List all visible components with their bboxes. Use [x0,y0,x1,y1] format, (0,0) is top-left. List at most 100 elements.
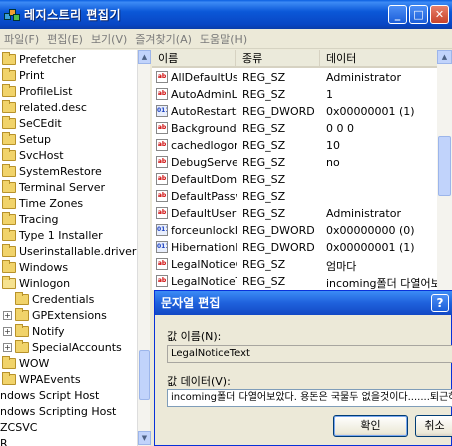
list-scrollbar[interactable]: ▲ [437,50,452,290]
string-value-icon: ab [156,190,168,202]
string-value-icon: ab [156,173,168,185]
folder-icon [2,228,16,241]
folder-icon [2,132,16,145]
tree-item[interactable]: Tracing [2,211,58,228]
dialog-title[interactable]: 문자열 편집 [155,291,452,315]
tree-item[interactable]: Prefetcher [2,51,76,68]
list-item[interactable]: abDebugServerC...REG_SZno [152,155,442,172]
tree-item[interactable]: Credentials [15,291,94,308]
menu-view[interactable]: 보기(V) [87,31,131,47]
window-title: 레지스트리 편집기 [24,8,121,22]
expand-icon[interactable]: + [3,343,12,352]
list-item[interactable]: abDefaultUserNa...REG_SZAdministrator [152,206,442,223]
tree-item[interactable]: Time Zones [2,195,83,212]
tree-item[interactable]: ProfileList [2,83,72,100]
folder-icon [15,308,29,321]
value-name-field[interactable]: LegalNoticeText [167,345,452,363]
menu-bar: 파일(F) 편집(E) 보기(V) 즐겨찾기(A) 도움말(H) [0,29,452,49]
minimize-button[interactable]: _ [388,5,407,24]
scroll-up-icon[interactable]: ▲ [138,50,151,64]
value-data-label: 값 데이터(V): [167,375,231,388]
edit-string-dialog[interactable]: 문자열 편집 ? 값 이름(N): LegalNoticeText 값 데이터(… [154,290,452,446]
tree-item[interactable]: SvcHost [2,147,64,164]
column-header-data[interactable]: 데이터 [320,50,442,68]
scroll-up-icon[interactable]: ▲ [437,50,452,64]
folder-icon [2,212,16,225]
list-item[interactable]: abAutoAdminLogonREG_SZ1 [152,87,442,104]
list-item[interactable]: abAllDefaultUser...REG_SZAdministrator [152,70,442,87]
list-item[interactable]: 011AutoRestartShellREG_DWORD0x00000001 (… [152,104,442,121]
folder-icon [2,260,16,273]
tree-item[interactable]: SystemRestore [2,163,102,180]
string-value-icon: ab [156,275,168,287]
help-button[interactable]: ? [431,294,449,312]
list-item[interactable]: 011forceunlocklogonREG_DWORD0x00000000 (… [152,223,442,240]
registry-tree[interactable]: Prefetcher Print ProfileList related.des… [0,50,150,446]
folder-icon [2,164,16,177]
string-value-icon: ab [156,258,168,270]
dword-value-icon: 011 [156,241,168,253]
string-value-icon: ab [156,139,168,151]
list-item[interactable]: 011HibernationPre...REG_DWORD0x00000001 … [152,240,442,257]
tree-item[interactable]: Userinstallable.drivers [2,243,142,260]
tree-item[interactable]: R [0,435,8,446]
expand-icon[interactable]: + [3,327,12,336]
menu-edit[interactable]: 편집(E) [43,31,87,47]
menu-help[interactable]: 도움말(H) [196,31,251,47]
list-item[interactable]: abcachedlogons...REG_SZ10 [152,138,442,155]
minimize-icon: _ [394,8,401,21]
expand-icon[interactable]: + [3,311,12,320]
tree-item[interactable]: ndows Scripting Host [0,403,116,420]
tree-item[interactable]: WOW [2,355,49,372]
list-item[interactable]: abDefaultDomain...REG_SZ [152,172,442,189]
list-item[interactable]: ab Background REG_SZ 0 0 0 [152,121,442,138]
column-header-name[interactable]: 이름 [152,50,236,68]
tree-item[interactable]: ndows Script Host [0,387,99,404]
folder-icon [15,324,29,337]
folder-icon [2,180,16,193]
title-bar[interactable]: 레지스트리 편집기 _ □ ✕ [0,0,452,29]
cancel-button[interactable]: 취소 [415,415,452,437]
tree-item[interactable]: Type 1 Installer [2,227,103,244]
scroll-thumb[interactable] [139,350,150,400]
value-data-input[interactable]: incoming폴더 다열어보았다. 용돈은 국물두 없을것이다.......퇴… [167,389,452,407]
tree-item[interactable]: related.desc [2,99,87,116]
tree-item[interactable]: Setup [2,131,51,148]
tree-scrollbar[interactable]: ▲ ▼ [137,50,151,446]
tree-item[interactable]: + GPExtensions [3,307,107,324]
scroll-thumb[interactable] [438,136,451,196]
tree-item[interactable]: Terminal Server [2,179,105,196]
tree-item[interactable]: SeCEdit [2,115,62,132]
folder-icon [15,292,29,305]
values-list[interactable]: 이름 종류 데이터 abAllDefaultUser...REG_SZAdmin… [152,50,452,290]
string-value-icon: ab [156,88,168,100]
tree-item[interactable]: Windows [2,259,68,276]
folder-icon [15,340,29,353]
tree-item[interactable]: + SpecialAccounts [3,339,122,356]
tree-item-winlogon[interactable]: Winlogon [2,275,70,292]
tree-item[interactable]: WPAEvents [2,371,81,388]
folder-icon [2,148,16,161]
close-icon: ✕ [434,8,445,21]
menu-file[interactable]: 파일(F) [0,31,43,47]
ok-button[interactable]: 확인 [333,415,408,437]
folder-icon [2,244,16,257]
regedit-icon [4,7,20,23]
tree-item[interactable]: + Notify [3,323,65,340]
string-value-icon: ab [156,156,168,168]
value-name-label: 값 이름(N): [167,330,222,343]
list-item[interactable]: abDefaultPasswordREG_SZ [152,189,442,206]
tree-item[interactable]: ZCSVC [0,419,37,436]
maximize-button[interactable]: □ [409,5,428,24]
folder-icon [2,196,16,209]
folder-icon [2,116,16,129]
close-button[interactable]: ✕ [430,5,449,24]
list-item[interactable]: abLegalNoticeCa...REG_SZ엄마다 [152,257,442,274]
column-header-type[interactable]: 종류 [236,50,320,68]
menu-favorites[interactable]: 즐겨찾기(A) [131,31,196,47]
folder-icon [2,68,16,81]
folder-icon [2,356,16,369]
tree-item[interactable]: Print [2,67,44,84]
list-item-selected[interactable]: abLegalNoticeTextREG_SZincoming폴더 다열어보았다… [152,274,442,290]
scroll-down-icon[interactable]: ▼ [138,431,151,445]
